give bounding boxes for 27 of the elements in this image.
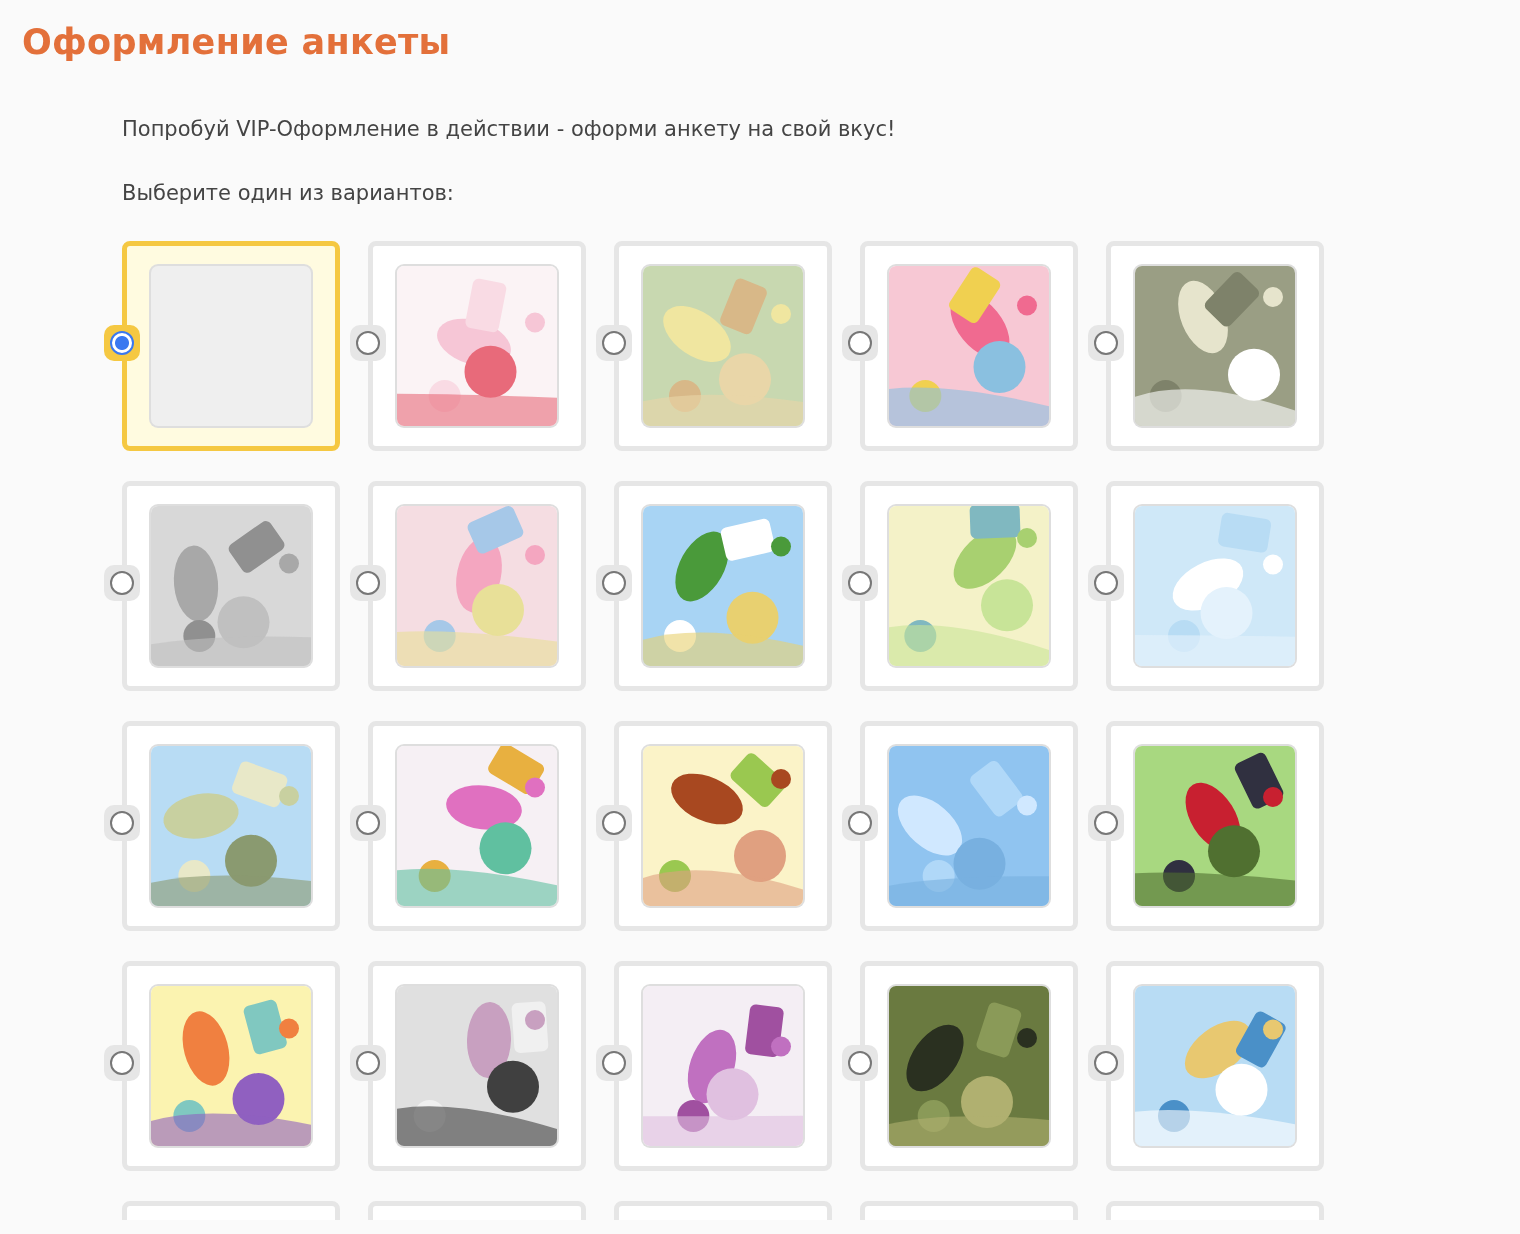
radio-button[interactable] [356,811,380,835]
intro-text: Попробуй VIP-Оформление в действии - оформи анкету на свой вкус! [122,117,897,141]
radio-button[interactable] [602,571,626,595]
radio-button[interactable] [356,331,380,355]
radio-button[interactable] [1094,811,1118,835]
radio-button[interactable] [110,811,134,835]
radio-button[interactable] [356,1051,380,1075]
radio-button[interactable] [356,571,380,595]
option-card[interactable] [368,961,586,1171]
radio-button[interactable] [602,331,626,355]
radio-button[interactable] [848,811,872,835]
radio-button[interactable] [1094,1051,1118,1075]
radio-button[interactable] [602,1051,626,1075]
option-card[interactable] [614,721,832,931]
radio-button[interactable] [848,331,872,355]
radio-button[interactable] [848,1051,872,1075]
radio-button[interactable] [1094,571,1118,595]
radio-button[interactable] [110,571,134,595]
radio-button[interactable] [110,1051,134,1075]
radio-button[interactable] [1094,331,1118,355]
radio-button[interactable] [110,331,134,355]
radio-button[interactable] [848,571,872,595]
radio-button[interactable] [602,811,626,835]
option-card[interactable] [1106,721,1324,931]
prompt-text: Выберите один из вариантов: [122,181,455,205]
option-card[interactable] [860,961,1078,1171]
page-title: Оформление анкеты [22,22,452,62]
